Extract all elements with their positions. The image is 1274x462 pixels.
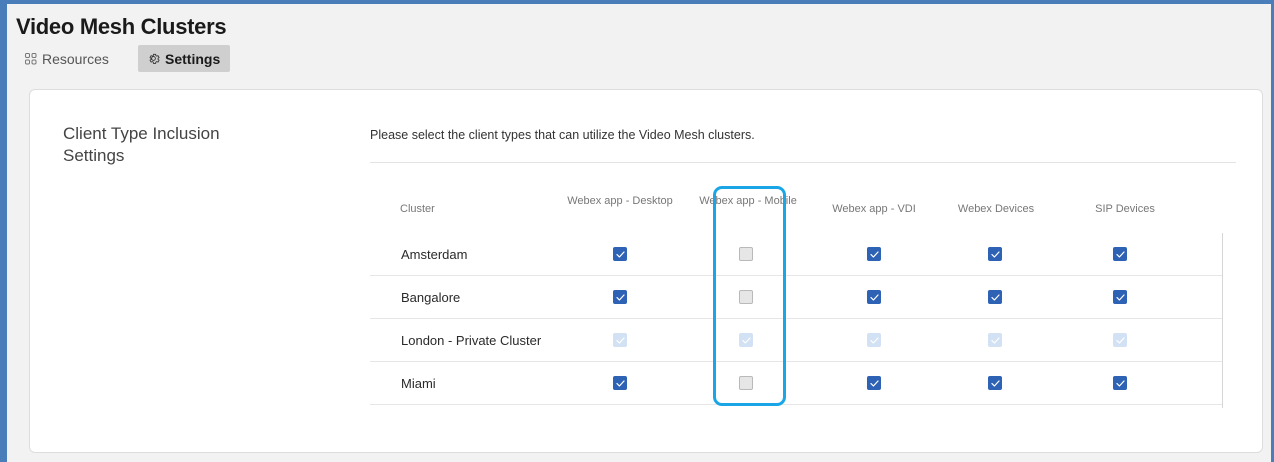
table-row: London - Private Cluster [370,319,1222,362]
cluster-name: London - Private Cluster [401,333,542,348]
check-icon [990,250,1000,258]
section-title: Client Type Inclusion Settings [63,124,220,165]
column-header-mobile: Webex app - Mobile [699,195,797,207]
table-row: Bangalore [370,276,1222,319]
settings-card: Client Type Inclusion Settings Please se… [29,89,1263,453]
check-icon [869,293,879,301]
checkbox-desktop[interactable] [613,290,627,304]
check-icon [1115,379,1125,387]
check-icon [869,250,879,258]
gear-icon [147,52,160,65]
column-header-sip-devices: SIP Devices [1095,203,1155,215]
tab-settings-label: Settings [165,50,221,67]
cluster-name: Amsterdam [401,247,468,262]
checkbox-vdi[interactable] [867,290,881,304]
checkbox-desktop[interactable] [613,376,627,390]
check-icon [869,336,879,344]
instruction-text: Please select the client types that can … [370,128,755,142]
check-icon [990,336,1000,344]
checkbox-sip [1113,333,1127,347]
tab-settings[interactable]: Settings [138,45,230,72]
check-icon [615,250,625,258]
checkbox-mobile[interactable] [739,376,753,390]
check-icon [615,336,625,344]
table-row: Amsterdam [370,233,1222,276]
divider [370,162,1236,163]
page-title: Video Mesh Clusters [16,14,227,39]
checkbox-devices[interactable] [988,290,1002,304]
table-scrollbar[interactable] [1222,233,1223,408]
checkbox-desktop[interactable] [613,247,627,261]
column-header-cluster: Cluster [400,203,435,215]
checkbox-vdi[interactable] [867,376,881,390]
column-header-webex-devices: Webex Devices [957,203,1035,215]
check-icon [1115,250,1125,258]
checkbox-sip[interactable] [1113,247,1127,261]
column-header-desktop: Webex app - Desktop [567,195,673,207]
checkbox-vdi[interactable] [867,247,881,261]
checkbox-sip[interactable] [1113,376,1127,390]
checkbox-devices [988,333,1002,347]
checkbox-devices[interactable] [988,376,1002,390]
checkbox-sip[interactable] [1113,290,1127,304]
check-icon [869,379,879,387]
tab-resources-label: Resources [42,50,109,67]
checkbox-mobile[interactable] [739,290,753,304]
check-icon [990,379,1000,387]
checkbox-mobile[interactable] [739,247,753,261]
checkbox-vdi [867,333,881,347]
grid-icon [25,52,37,65]
checkbox-devices[interactable] [988,247,1002,261]
column-header-vdi: Webex app - VDI [832,203,916,215]
check-icon [1115,336,1125,344]
tab-resources[interactable]: Resources [25,45,109,72]
check-icon [615,379,625,387]
check-icon [1115,293,1125,301]
check-icon [990,293,1000,301]
checkbox-mobile [739,333,753,347]
cluster-name: Miami [401,376,436,391]
check-icon [615,293,625,301]
cluster-name: Bangalore [401,290,461,305]
checkbox-desktop [613,333,627,347]
table-row: Miami [370,362,1222,405]
check-icon [741,336,751,344]
